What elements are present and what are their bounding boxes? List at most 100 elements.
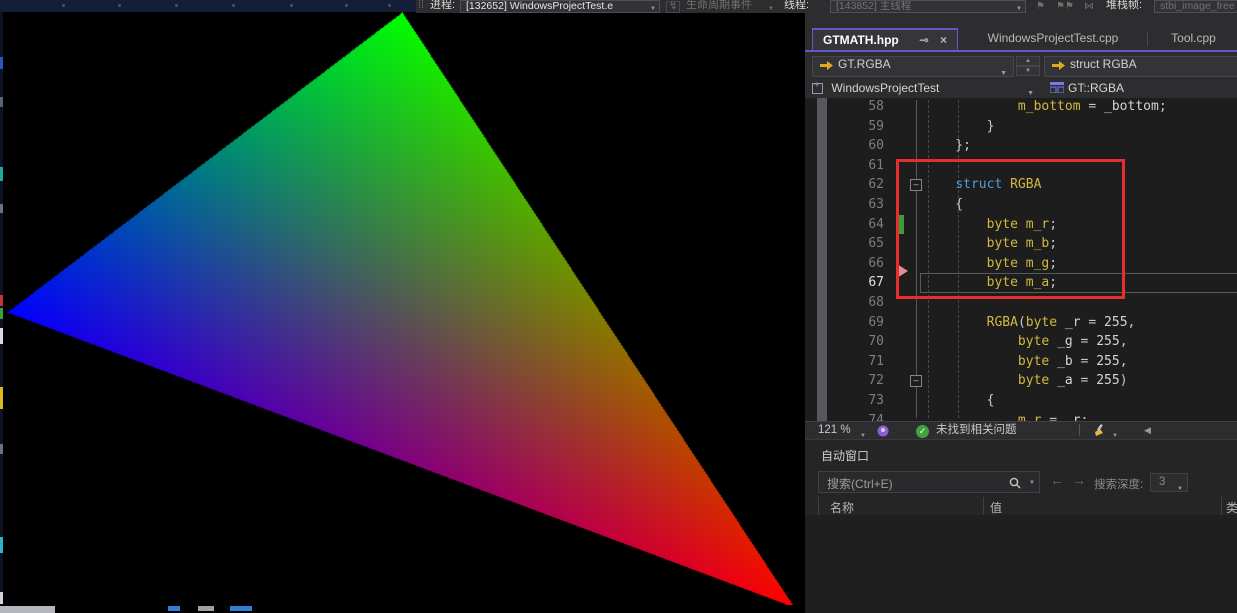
autos-grid-header: 名称 值 类型: [805, 497, 1237, 515]
line-number: 62: [848, 175, 884, 195]
code-token: byte: [1026, 315, 1057, 330]
spinner-up-icon[interactable]: ▲: [1016, 56, 1040, 66]
member-dropdown[interactable]: struct RGBA: [1044, 56, 1237, 77]
process-label: 进程:: [430, 0, 455, 12]
code-text: }: [924, 117, 994, 137]
column-header-name[interactable]: 名称: [830, 499, 854, 516]
code-token: =: [1073, 373, 1096, 388]
flag-icon[interactable]: ⚑: [1036, 0, 1045, 13]
line-number: 70: [848, 332, 884, 352]
search-depth-dropdown[interactable]: 3▼: [1150, 473, 1188, 492]
column-header-value[interactable]: 值: [990, 499, 1002, 516]
tab-windowsprojecttest-cpp[interactable]: WindowsProjectTest.cpp: [960, 28, 1146, 50]
code-line[interactable]: 69 RGBA(byte _r = 255,: [805, 313, 1237, 333]
thread-dropdown[interactable]: [143852] 主线程▼: [830, 0, 1026, 13]
code-editor[interactable]: 58 m_bottom = _bottom;59 }60 };6162 stru…: [805, 98, 1237, 421]
line-number: 66: [848, 254, 884, 274]
code-token: =: [1041, 413, 1064, 421]
code-text: {: [924, 391, 994, 411]
autos-window: 自动窗口 搜索(Ctrl+E) ▼ ← → 搜索深度: 3▼ 名称 值 类型: [805, 439, 1237, 613]
code-line[interactable]: 71 byte _b = 255,: [805, 352, 1237, 372]
code-health-icon[interactable]: [877, 425, 889, 437]
search-icon[interactable]: [1009, 477, 1021, 489]
code-text: RGBA(byte _r = 255,: [924, 313, 1135, 333]
tab-tool-cpp[interactable]: Tool.cpp: [1150, 28, 1237, 50]
forward-arrow-icon[interactable]: →: [1072, 472, 1086, 488]
code-token: =: [1081, 99, 1104, 114]
tab-gtmath-hpp[interactable]: GTMATH.hpp ⊸ ×: [812, 28, 958, 50]
code-token: [1057, 315, 1065, 330]
code-line[interactable]: 70 byte _g = 255,: [805, 332, 1237, 352]
project-context-dropdown[interactable]: + WindowsProjectTest ▼: [812, 80, 1040, 97]
nav-spinner[interactable]: ▲ ▼: [1016, 56, 1040, 77]
red-annotation-box: [896, 159, 1125, 299]
code-token: ,: [1120, 354, 1128, 369]
code-token: _g: [1057, 334, 1073, 349]
chevron-down-icon: ▼: [1177, 481, 1183, 498]
code-token: ;: [1081, 413, 1089, 421]
code-token: 255: [1096, 373, 1119, 388]
chevron-down-icon: ▼: [1016, 4, 1022, 13]
lifecycle-events-icon[interactable]: ↯: [666, 0, 680, 13]
code-token: _bottom: [1104, 99, 1159, 114]
code-token: ): [1120, 373, 1128, 388]
code-line[interactable]: 73 {: [805, 391, 1237, 411]
chevron-down-icon: ▼: [650, 4, 656, 13]
tab-accent-underline: [805, 50, 1237, 52]
scope-dropdown[interactable]: GT.RGBA ▼: [812, 56, 1014, 77]
column-divider[interactable]: [1221, 497, 1222, 515]
code-token: [1049, 334, 1057, 349]
parallel-stacks-icon[interactable]: ⋈: [1084, 0, 1094, 13]
type-context-item[interactable]: GT::RGBA: [1050, 80, 1124, 97]
close-icon[interactable]: ×: [940, 30, 947, 51]
code-token: _b: [1057, 354, 1073, 369]
code-token: _a: [1057, 373, 1073, 388]
search-placeholder: 搜索(Ctrl+E): [827, 475, 893, 492]
code-line[interactable]: 59 }: [805, 117, 1237, 137]
column-divider: [818, 497, 819, 515]
code-line[interactable]: 60 };: [805, 136, 1237, 156]
line-number: 59: [848, 117, 884, 137]
code-token: [924, 373, 1018, 388]
code-token: };: [924, 138, 971, 153]
screen: ⁞⁞ 进程: [132652] WindowsProjectTest.e▼ ↯ …: [0, 0, 1237, 613]
autos-grid-body[interactable]: [805, 515, 1237, 613]
goto-arrow-icon: [819, 61, 833, 70]
fold-collapse-icon[interactable]: –: [910, 375, 922, 387]
thread-label: 线程:: [784, 0, 809, 12]
code-cleanup-broom-icon[interactable]: [1092, 424, 1106, 437]
background-titlebar: [0, 0, 416, 12]
scroll-left-icon[interactable]: ◀: [1144, 422, 1151, 439]
lifecycle-events-label[interactable]: 生命周期事件: [686, 0, 752, 12]
code-token: [924, 413, 1018, 421]
line-number: 60: [848, 136, 884, 156]
process-dropdown[interactable]: [132652] WindowsProjectTest.e▼: [460, 0, 660, 13]
spinner-down-icon[interactable]: ▼: [1016, 66, 1040, 76]
code-token: m_r: [1018, 413, 1041, 421]
code-text: };: [924, 136, 971, 156]
tab-separator: [1147, 31, 1148, 46]
column-divider[interactable]: [983, 497, 984, 515]
autos-title: 自动窗口: [821, 447, 869, 464]
line-number: 64: [848, 215, 884, 235]
tab-label: GTMATH.hpp: [823, 33, 899, 47]
code-token: [924, 354, 1018, 369]
code-token: RGBA: [987, 315, 1018, 330]
code-line[interactable]: 58 m_bottom = _bottom;: [805, 98, 1237, 117]
code-token: [1049, 373, 1057, 388]
code-line[interactable]: 74 m_r = _r;: [805, 411, 1237, 421]
health-status-text: 未找到相关问题: [936, 422, 1017, 439]
line-number: 68: [848, 293, 884, 313]
pin-icon[interactable]: ⊸: [919, 30, 929, 51]
zoom-level-dropdown[interactable]: 121 %: [818, 422, 851, 439]
struct-icon: [1050, 82, 1064, 93]
flag-all-threads-icon[interactable]: ⚑⚑: [1056, 0, 1074, 13]
back-arrow-icon[interactable]: ←: [1050, 472, 1064, 488]
code-line[interactable]: 72 byte _a = 255): [805, 371, 1237, 391]
code-token: 255: [1104, 315, 1127, 330]
code-text: byte _a = 255): [924, 371, 1128, 391]
autos-search-input[interactable]: 搜索(Ctrl+E) ▼: [818, 471, 1040, 493]
code-token: =: [1073, 354, 1096, 369]
code-token: [924, 315, 987, 330]
stack-frame-dropdown[interactable]: stbi_image_free: [1154, 0, 1237, 13]
